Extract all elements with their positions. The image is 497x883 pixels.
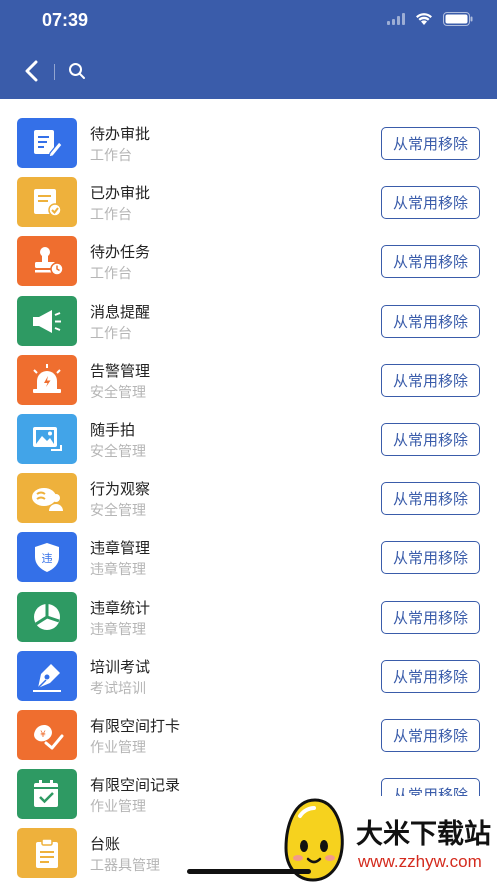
megaphone-icon (17, 295, 77, 346)
edit-document-icon (17, 118, 77, 168)
item-category: 安全管理 (90, 444, 146, 460)
common-apps-list: 待办审批 工作台 从常用移除 已办审批 工作台 从常用移除 待办任务 工作台 从常用移除 消息提醒… (0, 99, 497, 883)
item-title: 待办任务 (90, 243, 151, 262)
item-category: 作业管理 (90, 740, 146, 756)
remove-from-common-button[interactable]: 从常用移除 (381, 719, 480, 752)
item-title: 消息提醒 (90, 302, 151, 321)
signal-icon (387, 13, 405, 25)
item-category: 作业管理 (90, 799, 146, 816)
nav-divider (54, 64, 55, 80)
list-item[interactable]: 违章统计违章管理 从常用移除 (0, 591, 497, 651)
search-icon (69, 63, 85, 79)
list-item[interactable]: 待办任务工作台 从常用移除 (0, 236, 497, 295)
remove-from-common-button[interactable]: 从常用移除 (381, 541, 480, 575)
list-item[interactable]: 培训考试考试培训 从常用移除 (0, 650, 497, 710)
clipboard-icon (17, 828, 77, 879)
item-category: 安全管理 (90, 384, 146, 401)
stamp-clock-icon (17, 236, 77, 287)
remove-from-common-button[interactable]: 从常用移除 (381, 186, 480, 220)
search-button[interactable] (64, 58, 90, 84)
observe-person-icon (17, 473, 77, 524)
list-item[interactable]: ¥ 有限空间打卡 作业管理 从常用移除 (0, 710, 497, 769)
pie-chart-icon (17, 591, 77, 642)
remove-from-common-button[interactable]: 从常用移除 (381, 363, 480, 397)
watermark-url: www.zzhyw.com (358, 852, 482, 871)
remove-from-common-button[interactable]: 从常用移除 (381, 304, 480, 338)
item-title: 违章管理 (90, 539, 151, 558)
remove-from-common-button[interactable]: 从常用移除 (381, 482, 480, 516)
status-bar: 07:39 (0, 0, 497, 44)
item-category: 工作台 (90, 266, 132, 283)
wifi-icon (416, 13, 432, 25)
watermark-name: 大米下载站 (356, 819, 491, 850)
alarm-light-icon (17, 354, 77, 405)
item-title: 有限空间记录 (90, 776, 181, 795)
nav-bar (0, 50, 497, 94)
item-category: 工作台 (90, 148, 132, 164)
item-category: 工作台 (90, 325, 132, 342)
svg-text:¥: ¥ (40, 730, 46, 740)
remove-from-common-button[interactable]: 从常用移除 (381, 127, 480, 160)
svg-text:违: 违 (42, 552, 53, 565)
violation-shield-icon: 违 (17, 532, 77, 583)
item-category: 违章管理 (90, 562, 146, 579)
item-title: 告警管理 (90, 361, 151, 380)
item-category: 安全管理 (90, 503, 146, 520)
pen-nib-icon (17, 650, 77, 701)
remove-from-common-button[interactable]: 从常用移除 (381, 423, 480, 456)
list-item[interactable]: 告警管理安全管理 从常用移除 (0, 354, 497, 414)
item-title: 行为观察 (90, 480, 151, 499)
item-title: 有限空间打卡 (90, 717, 181, 735)
check-in-icon: ¥ (17, 710, 77, 760)
item-category: 工器具管理 (90, 858, 160, 875)
list-item[interactable]: 消息提醒工作台 从常用移除 (0, 295, 497, 355)
item-title: 培训考试 (90, 657, 151, 676)
list-item[interactable]: 待办审批工作台 从常用移除 (0, 118, 497, 177)
item-title: 随手拍 (90, 421, 136, 439)
list-item[interactable]: 违违章管理 违章管理 从常用移除 (0, 532, 497, 591)
app-header: 07:39 (0, 0, 497, 99)
item-title: 已办审批 (90, 184, 151, 203)
back-button[interactable] (18, 56, 46, 86)
approved-document-icon (17, 177, 77, 228)
item-category: 考试培训 (90, 680, 146, 697)
item-category: 工作台 (90, 207, 132, 224)
chevron-left-icon (25, 60, 38, 82)
item-title: 违章统计 (90, 598, 151, 617)
home-indicator (187, 869, 311, 874)
remove-from-common-button[interactable]: 从常用移除 (381, 245, 480, 279)
photo-icon (17, 414, 77, 464)
remove-from-common-button[interactable]: 从常用移除 (381, 659, 480, 693)
list-item[interactable]: 已办审批工作台 从常用移除 (0, 177, 497, 236)
calendar-record-icon (17, 769, 77, 820)
item-category: 违章管理 (90, 621, 146, 638)
list-item[interactable]: 行为观察安全管理 从常用移除 (0, 473, 497, 532)
item-title: 待办审批 (90, 125, 151, 143)
status-icons (387, 12, 473, 26)
status-time: 07:39 (42, 10, 89, 30)
battery-icon (443, 12, 473, 26)
item-title: 台账 (90, 835, 121, 854)
list-item[interactable]: 随手拍安全管理 从常用移除 (0, 414, 497, 473)
remove-from-common-button[interactable]: 从常用移除 (381, 600, 480, 634)
